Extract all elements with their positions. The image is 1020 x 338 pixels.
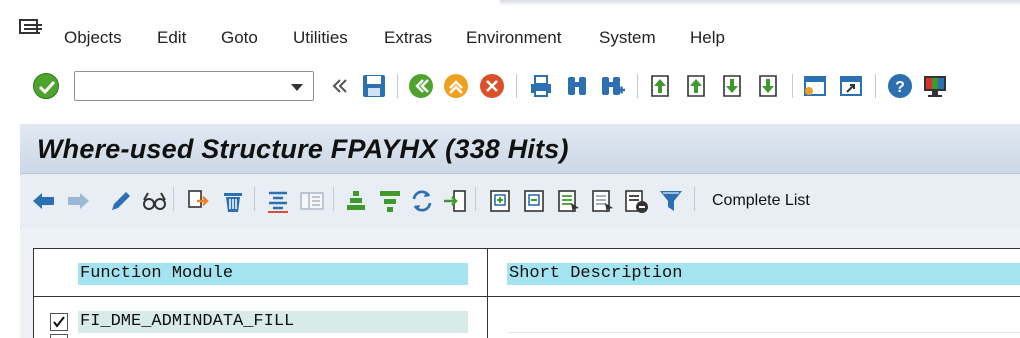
transfer-icon[interactable] — [441, 187, 469, 215]
align-text-icon[interactable] — [264, 187, 292, 215]
detail-panel-icon — [298, 187, 326, 215]
toolbar-separator — [397, 74, 398, 98]
toolbar-separator — [875, 74, 876, 98]
filter-funnel-icon[interactable] — [657, 187, 685, 215]
help-icon[interactable]: ? — [886, 72, 914, 100]
header-divider — [33, 296, 1020, 297]
customize-layout-icon[interactable] — [921, 72, 949, 100]
menu-goto[interactable]: Goto — [221, 28, 258, 48]
toolbar-separator — [173, 187, 174, 211]
delete-trash-icon[interactable] — [219, 187, 247, 215]
application-toolbar: Complete List — [20, 175, 1020, 227]
back-arrow-icon[interactable] — [30, 187, 58, 215]
menu-objects[interactable]: Objects — [64, 28, 122, 48]
back-icon[interactable] — [407, 72, 435, 100]
find-next-icon[interactable] — [599, 72, 627, 100]
page-title: Where-used Structure FPAYHX (338 Hits) — [37, 134, 569, 164]
toolbar-separator — [792, 74, 793, 98]
svg-text:?: ? — [895, 79, 905, 96]
generate-shortcut-icon[interactable] — [837, 72, 865, 100]
toolbar-separator — [254, 187, 255, 211]
top-gradient-strip — [500, 0, 1020, 6]
table-row-function-module[interactable]: FI_DME_ADMINDATA_FILL — [78, 311, 468, 333]
toolbar-separator — [637, 74, 638, 98]
complete-list-button[interactable]: Complete List — [712, 192, 810, 210]
forward-arrow-icon[interactable] — [64, 187, 92, 215]
copy-icon[interactable] — [185, 187, 213, 215]
menu-extras[interactable]: Extras — [384, 28, 432, 48]
next-page-icon[interactable] — [718, 72, 746, 100]
toolbar-separator — [694, 187, 695, 211]
toolbar-separator — [516, 74, 517, 98]
create-session-icon[interactable] — [801, 72, 829, 100]
collapse-subtree-icon[interactable] — [520, 187, 548, 215]
delete-row-icon[interactable] — [622, 187, 650, 215]
chevron-down-icon[interactable] — [291, 84, 303, 91]
exit-icon[interactable] — [442, 72, 470, 100]
menu-bar: Objects Edit Goto Utilities Extras Envir… — [0, 0, 1020, 70]
previous-page-icon[interactable] — [682, 72, 710, 100]
system-menu-icon[interactable] — [18, 18, 44, 40]
last-page-icon[interactable] — [754, 72, 782, 100]
display-glasses-icon[interactable] — [140, 187, 168, 215]
menu-environment[interactable]: Environment — [466, 28, 561, 48]
refresh-icon[interactable] — [408, 187, 436, 215]
column-header-short-description[interactable]: Short Description — [507, 263, 1020, 285]
column-divider — [487, 248, 488, 338]
filter-rows-icon[interactable] — [376, 187, 404, 215]
command-field[interactable] — [74, 71, 314, 101]
save-icon[interactable] — [360, 72, 388, 100]
find-icon[interactable] — [563, 72, 591, 100]
title-bar: Where-used Structure FPAYHX (338 Hits) — [20, 124, 1020, 174]
column-header-function-module[interactable]: Function Module — [78, 263, 468, 285]
toolbar-separator — [333, 187, 334, 211]
expand-subtree-icon[interactable] — [486, 187, 514, 215]
menu-system[interactable]: System — [599, 28, 656, 48]
standard-toolbar: ? — [0, 62, 1020, 110]
table-row-short-description — [507, 311, 1020, 333]
first-page-icon[interactable] — [646, 72, 674, 100]
hide-command-field-icon[interactable] — [326, 72, 354, 100]
menu-help[interactable]: Help — [690, 28, 725, 48]
deselect-all-icon[interactable] — [588, 187, 616, 215]
command-input[interactable] — [79, 75, 284, 97]
print-icon[interactable] — [527, 72, 555, 100]
sort-icon[interactable] — [342, 187, 370, 215]
select-all-icon[interactable] — [554, 187, 582, 215]
menu-utilities[interactable]: Utilities — [293, 28, 348, 48]
row-checkbox[interactable] — [50, 313, 68, 331]
edit-pencil-icon[interactable] — [107, 187, 135, 215]
row-checkbox[interactable] — [50, 334, 68, 338]
cancel-icon[interactable] — [478, 72, 506, 100]
menu-edit[interactable]: Edit — [157, 28, 186, 48]
toolbar-separator — [475, 187, 476, 211]
enter-icon[interactable] — [33, 73, 59, 99]
